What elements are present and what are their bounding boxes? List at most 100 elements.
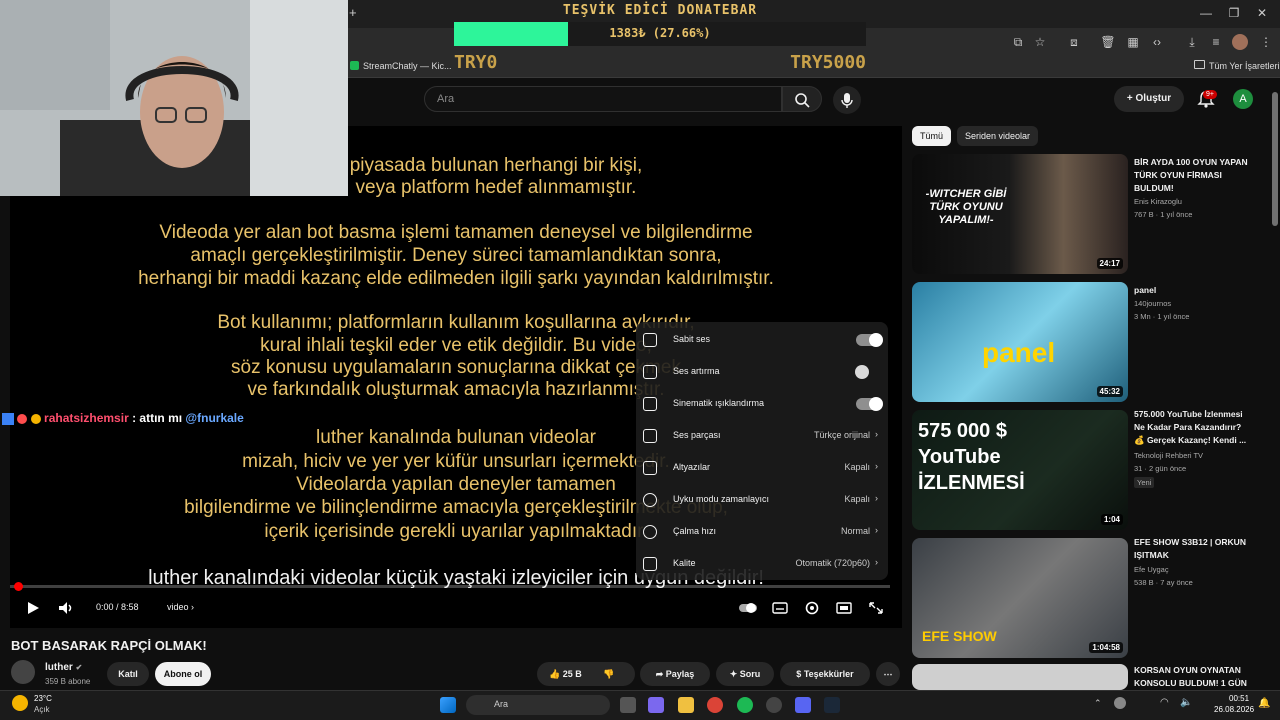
code-icon[interactable]: ‹›	[1149, 34, 1165, 50]
settings-item[interactable]: Ses artırma	[636, 356, 888, 388]
app-icon[interactable]	[766, 697, 782, 713]
copilot-icon[interactable]	[648, 697, 664, 713]
chip-series[interactable]: Seriden videolar	[957, 126, 1039, 146]
clock-date[interactable]: 26.08.2026	[1214, 705, 1254, 714]
rec-channel[interactable]: Teknoloji Rehberi TV	[1134, 451, 1203, 460]
volume-icon[interactable]	[57, 600, 75, 616]
thanks-button[interactable]: $ Teşekkürler	[780, 662, 870, 686]
rec-title[interactable]: KORSAN OYUN OYNATAN KONSOLU BULDUM! 1 GÜ…	[1134, 664, 1254, 690]
theater-mode-icon[interactable]	[835, 600, 853, 616]
video-thumbnail[interactable]: 575 000 $ YouTube İZLENMESİ 1:04	[912, 410, 1128, 530]
thanks-label: Teşekkürler	[803, 669, 854, 679]
play-icon[interactable]	[24, 600, 42, 616]
settings-item[interactable]: Sabit ses	[636, 324, 888, 356]
steam-icon[interactable]	[824, 697, 840, 713]
settings-item[interactable]: Uyku modu zamanlayıcı Kapalı ›	[636, 484, 888, 516]
settings-item[interactable]: Kalite Otomatik (720p60) ›	[636, 548, 888, 580]
rec-title[interactable]: 575.000 YouTube İzlenmesi Ne Kadar Para …	[1134, 408, 1254, 447]
settings-item[interactable]: Sinematik ışıklandırma	[636, 388, 888, 420]
video-thumbnail[interactable]	[912, 664, 1128, 690]
video-thumbnail[interactable]: EFE SHOW 1:04:58	[912, 538, 1128, 658]
discord-icon[interactable]	[795, 697, 811, 713]
page-scrollbar[interactable]	[1272, 92, 1278, 226]
rec-channel[interactable]: 140journos	[1134, 299, 1171, 308]
settings-gear-icon[interactable]	[803, 600, 821, 616]
wifi-icon[interactable]: ◠	[1160, 697, 1169, 708]
taskbar-search-label: Ara	[494, 699, 509, 709]
chevron-right-icon: ›	[875, 557, 878, 567]
share-button[interactable]: ➦ Paylaş	[640, 662, 710, 686]
join-button[interactable]: Katıl	[107, 662, 149, 686]
settings-item[interactable]: Çalma hızı Normal ›	[636, 516, 888, 548]
settings-toggle[interactable]	[856, 397, 883, 411]
subscribe-button[interactable]: Abone ol	[155, 662, 211, 686]
profile-icon[interactable]	[1232, 34, 1248, 50]
install-icon[interactable]: ⧉	[1010, 34, 1026, 50]
settings-toggle[interactable]	[855, 365, 882, 379]
donate-bar: TEŞVİK EDİCİ DONATEBAR 1383₺ (27.66%) TR…	[454, 0, 866, 78]
notifications-icon[interactable]: 🔔	[1258, 698, 1270, 709]
settings-toggle[interactable]	[856, 333, 883, 347]
new-tab-button[interactable]: +	[349, 5, 357, 20]
recommended-video[interactable]: panel 45:32 panel 140journos 3 Mn · 1 yı…	[912, 282, 1272, 402]
progress-bar[interactable]	[10, 585, 890, 588]
bookmark-star-icon[interactable]: ☆	[1032, 34, 1048, 50]
voice-search-button[interactable]	[833, 86, 861, 114]
recommended-video[interactable]: -WITCHER GİBİ TÜRK OYUNU YAPALIM!- 24:17…	[912, 154, 1272, 274]
chip-all[interactable]: Tümü	[912, 126, 952, 146]
close-window-button[interactable]: ✕	[1252, 6, 1272, 20]
recommended-video[interactable]: 575 000 $ YouTube İZLENMESİ 1:04 575.000…	[912, 408, 1272, 530]
speaker-icon[interactable]: 🔈	[1180, 697, 1192, 708]
recommended-video[interactable]: EFE SHOW 1:04:58 EFE SHOW S3B12 | ORKUN …	[912, 536, 1272, 658]
menu-dots-icon[interactable]: ⋮	[1258, 34, 1274, 50]
weather-temp[interactable]: 23°C	[34, 694, 52, 703]
rec-title[interactable]: panel	[1134, 284, 1254, 297]
create-button[interactable]: + Oluştur	[1114, 86, 1184, 112]
more-actions-button[interactable]: ⋯	[876, 662, 900, 686]
settings-item[interactable]: Altyazılar Kapalı ›	[636, 452, 888, 484]
subtitle-line: Videoda yer alan bot basma işlemi tamame…	[159, 222, 753, 243]
all-bookmarks-link[interactable]: Tüm Yer İşaretleri	[1209, 61, 1280, 71]
ask-button[interactable]: ✦ Soru	[716, 662, 774, 686]
autoplay-toggle-icon[interactable]	[738, 600, 758, 616]
file-explorer-icon[interactable]	[678, 697, 694, 713]
thumbnail-text: EFE SHOW	[922, 628, 997, 644]
search-input[interactable]: Ara	[424, 86, 782, 112]
grid-icon[interactable]: ▦	[1125, 34, 1141, 50]
maximize-button[interactable]: ❐	[1224, 6, 1244, 20]
video-thumbnail[interactable]: -WITCHER GİBİ TÜRK OYUNU YAPALIM!- 24:17	[912, 154, 1128, 274]
audio-track-icon	[643, 429, 657, 443]
spotify-icon[interactable]	[737, 697, 753, 713]
search-button[interactable]	[782, 86, 822, 112]
recommended-video[interactable]: KORSAN OYUN OYNATAN KONSOLU BULDUM! 1 GÜ…	[912, 664, 1272, 690]
minimize-button[interactable]: —	[1196, 6, 1216, 20]
settings-item[interactable]: Ses parçası Türkçe orijinal ›	[636, 420, 888, 452]
media-icon[interactable]: ≡	[1208, 34, 1224, 50]
channel-avatar[interactable]	[11, 660, 35, 684]
tray-chevron-icon[interactable]: ⌃	[1094, 698, 1102, 709]
account-avatar[interactable]: A	[1233, 89, 1253, 109]
chapter-button[interactable]: video ›	[167, 602, 194, 612]
subtitles-icon[interactable]	[771, 600, 789, 616]
rec-meta: 31 · 2 gün önce	[1134, 464, 1187, 473]
download-icon[interactable]: ⤓	[1184, 34, 1200, 50]
rec-title[interactable]: BİR AYDA 100 OYUN YAPAN TÜRK OYUN FİRMAS…	[1134, 156, 1254, 195]
like-button[interactable]: 👍 25 B	[549, 669, 582, 679]
task-view-icon[interactable]	[620, 697, 636, 713]
video-thumbnail[interactable]: panel 45:32	[912, 282, 1128, 402]
channel-name[interactable]: luther ✔	[45, 662, 82, 673]
taskbar-search[interactable]: Ara	[466, 695, 610, 715]
chrome-icon[interactable]	[707, 697, 723, 713]
progress-scrubber[interactable]	[14, 582, 23, 591]
extensions-icon[interactable]: ⧈	[1066, 34, 1082, 50]
start-icon[interactable]	[440, 697, 456, 713]
rec-title[interactable]: EFE SHOW S3B12 | ORKUN IŞITMAK	[1134, 536, 1254, 562]
trash-icon[interactable]: 🗑	[1100, 34, 1116, 50]
rec-channel[interactable]: Enis Kirazoglu	[1134, 197, 1182, 206]
dislike-button[interactable]: 👎	[603, 662, 614, 686]
tab-title[interactable]: StreamChatly — Kic...	[363, 61, 452, 71]
rec-channel[interactable]: Efe Uygaç	[1134, 565, 1169, 574]
tray-app-icon[interactable]	[1114, 697, 1126, 709]
fullscreen-icon[interactable]	[867, 600, 885, 616]
clock-time[interactable]: 00:51	[1229, 694, 1249, 703]
